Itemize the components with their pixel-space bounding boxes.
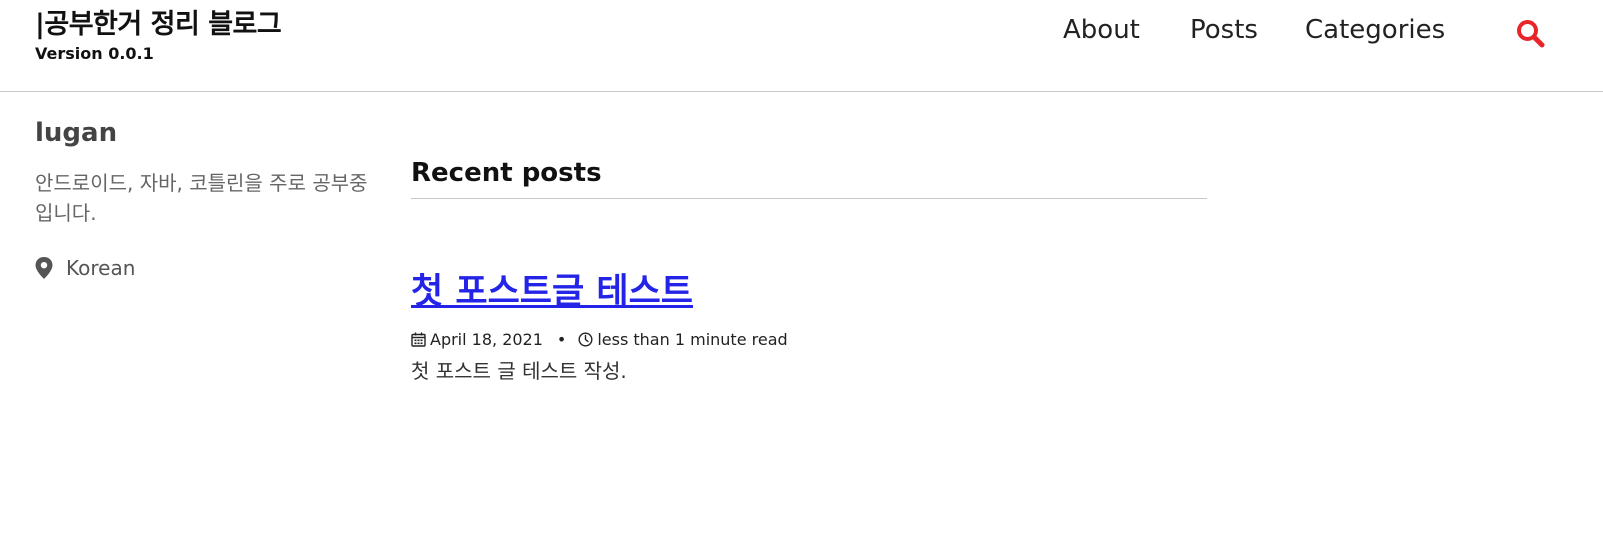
meta-separator: • [556, 330, 567, 349]
search-icon[interactable] [1515, 18, 1547, 50]
recent-posts-heading: Recent posts [411, 158, 1207, 199]
post-title-link[interactable]: 첫 포스트글 테스트 [411, 263, 693, 314]
site-title[interactable]: |공부한거 정리 블로그 [35, 2, 282, 41]
post-meta: April 18, 2021 • less than 1 minute read [411, 330, 1207, 349]
post-excerpt: 첫 포스트 글 테스트 작성. [411, 359, 627, 383]
location-label: Korean [66, 256, 136, 280]
post-item: 첫 포스트글 테스트 April 18, 2021 • less than 1 … [411, 199, 1207, 384]
author-location: Korean [35, 256, 380, 280]
author-profile: lugan 안드로이드, 자바, 코틀린을 주로 공부중입니다. Korean [35, 118, 380, 280]
author-bio: 안드로이드, 자바, 코틀린을 주로 공부중입니다. [35, 171, 368, 225]
nav-link-about[interactable]: About [1063, 15, 1140, 45]
clock-icon [578, 332, 593, 347]
post-date: April 18, 2021 [430, 330, 543, 349]
main-content: Recent posts 첫 포스트글 테스트 April 18, 2021 •… [411, 158, 1207, 384]
masthead: |공부한거 정리 블로그 Version 0.0.1 About Posts C… [0, 0, 1603, 92]
nav-link-categories[interactable]: Categories [1305, 15, 1445, 45]
author-name: lugan [35, 118, 118, 148]
post-read-time: less than 1 minute read [597, 330, 788, 349]
calendar-icon [411, 332, 426, 347]
nav-link-posts[interactable]: Posts [1190, 15, 1258, 45]
site-subtitle: Version 0.0.1 [35, 44, 154, 63]
map-marker-icon [35, 257, 53, 279]
